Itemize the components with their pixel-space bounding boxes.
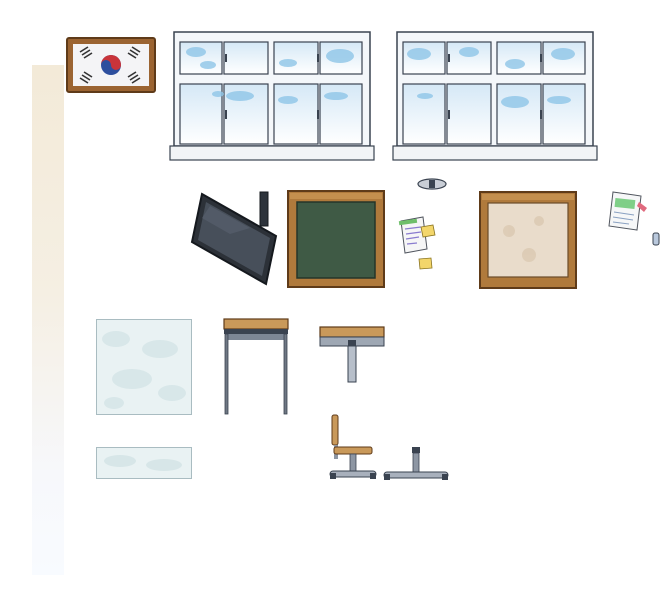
window-left bbox=[169, 31, 375, 161]
wall-strip bbox=[32, 65, 64, 575]
desk-front bbox=[223, 318, 289, 415]
floor-tile-large bbox=[96, 319, 192, 415]
corkboard bbox=[479, 191, 577, 289]
desk-side bbox=[319, 326, 385, 383]
floor-tile-strip bbox=[96, 447, 192, 479]
wall-hook bbox=[652, 232, 660, 246]
taegeuk-emblem bbox=[101, 55, 121, 75]
window-right bbox=[392, 31, 598, 161]
wall-poster bbox=[608, 191, 647, 231]
chair-side bbox=[329, 414, 377, 479]
posted-notes bbox=[398, 216, 436, 270]
wall-clock bbox=[417, 178, 447, 190]
chair-stand bbox=[383, 447, 449, 480]
korean-flag-frame bbox=[66, 37, 156, 93]
chalkboard bbox=[287, 190, 385, 288]
wall-tv bbox=[190, 191, 278, 286]
